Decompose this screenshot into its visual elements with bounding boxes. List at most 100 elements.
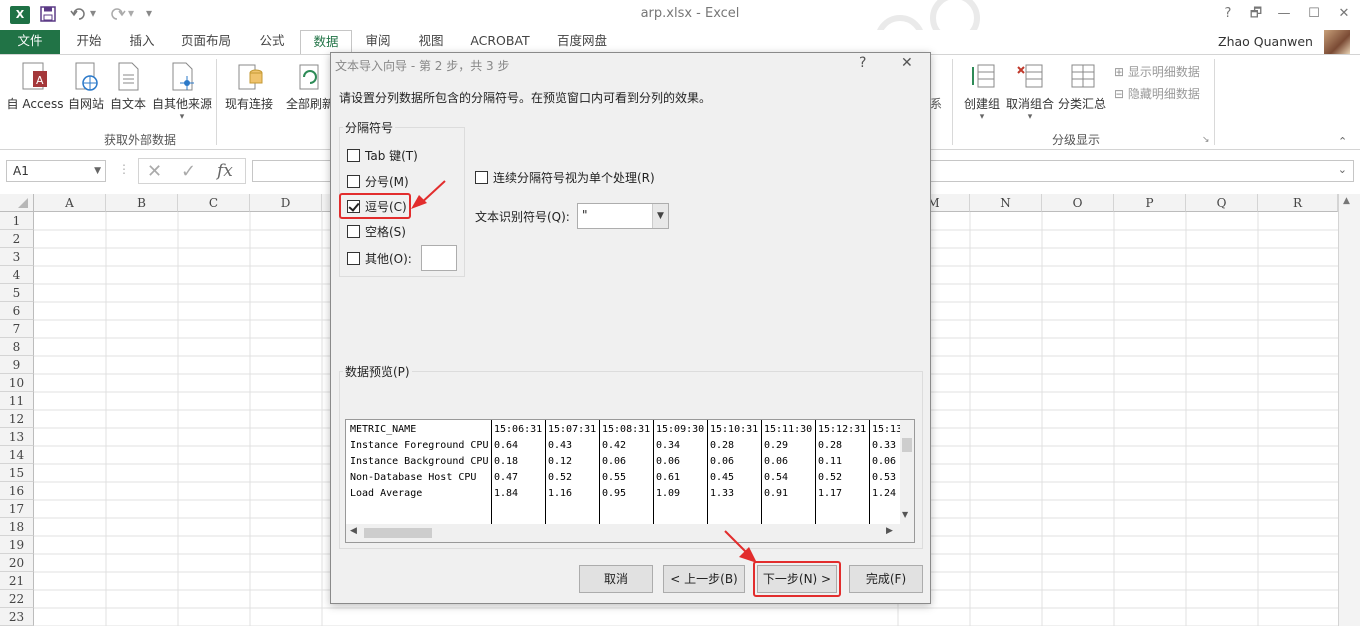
dialog-close-button[interactable]: ✕ <box>901 55 913 71</box>
existing-connections-button[interactable]: 现有连接 <box>222 61 276 112</box>
checkbox-box[interactable] <box>347 252 360 265</box>
tab-acrobat[interactable]: ACROBAT <box>462 30 538 54</box>
scroll-left-icon[interactable]: ◀ <box>350 526 357 536</box>
help-button[interactable]: ? <box>1216 4 1240 24</box>
tab-baidu-netdisk[interactable]: 百度网盘 <box>546 30 618 54</box>
tab-page-layout[interactable]: 页面布局 <box>170 30 242 54</box>
row-header[interactable]: 10 <box>0 374 34 392</box>
column-header[interactable]: O <box>1042 194 1114 212</box>
row-header[interactable]: 9 <box>0 356 34 374</box>
ribbon-display-options-button[interactable]: 🗗 <box>1244 4 1268 24</box>
other-delimiter-checkbox[interactable]: 其他(O): <box>347 250 412 267</box>
row-header[interactable]: 21 <box>0 572 34 590</box>
save-icon[interactable] <box>40 6 58 24</box>
row-header[interactable]: 13 <box>0 428 34 446</box>
row-header[interactable]: 8 <box>0 338 34 356</box>
tab-delimiter-checkbox[interactable]: Tab 键(T) <box>347 147 418 164</box>
consecutive-delimiters-checkbox[interactable]: 连续分隔符号视为单个处理(R) <box>475 169 655 186</box>
column-header[interactable]: P <box>1114 194 1186 212</box>
maximize-button[interactable]: ☐ <box>1302 4 1326 24</box>
vertical-scrollbar[interactable]: ▲ <box>1338 194 1360 626</box>
row-header[interactable]: 7 <box>0 320 34 338</box>
undo-dropdown-icon[interactable]: ▾ <box>90 6 108 24</box>
collapse-ribbon-icon[interactable]: ⌃ <box>1338 135 1347 148</box>
checkbox-box[interactable] <box>347 175 360 188</box>
row-header[interactable]: 16 <box>0 482 34 500</box>
from-web-button[interactable]: 自网站 <box>66 61 106 112</box>
row-header[interactable]: 5 <box>0 284 34 302</box>
checkbox-box[interactable] <box>347 225 360 238</box>
user-name[interactable]: Zhao Quanwen <box>1218 34 1313 49</box>
from-other-sources-button[interactable]: 自其他来源 ▾ <box>150 61 214 122</box>
row-header[interactable]: 18 <box>0 518 34 536</box>
cancel-button[interactable]: 取消 <box>579 565 653 593</box>
tab-home[interactable]: 开始 <box>64 30 114 54</box>
text-qualifier-select[interactable]: " ▼ <box>577 203 669 229</box>
from-access-button[interactable]: A 自 Access <box>4 61 66 112</box>
row-header[interactable]: 15 <box>0 464 34 482</box>
row-header[interactable]: 14 <box>0 446 34 464</box>
space-delimiter-checkbox[interactable]: 空格(S) <box>347 223 406 240</box>
column-header[interactable]: C <box>178 194 250 212</box>
scroll-right-icon[interactable]: ▶ <box>886 526 893 536</box>
scroll-up-icon[interactable]: ▲ <box>1343 196 1350 206</box>
row-header[interactable]: 19 <box>0 536 34 554</box>
column-header[interactable]: B <box>106 194 178 212</box>
group-button[interactable]: 创建组 ▾ <box>960 61 1004 122</box>
preview-vertical-scrollbar[interactable]: ▼ <box>900 420 914 524</box>
row-header[interactable]: 11 <box>0 392 34 410</box>
avatar[interactable] <box>1324 30 1350 54</box>
column-header[interactable]: N <box>970 194 1042 212</box>
checkbox-box[interactable] <box>347 149 360 162</box>
insert-function-icon[interactable]: fx <box>217 161 233 181</box>
expand-formula-bar-icon[interactable]: ⌄ <box>1338 163 1347 176</box>
column-header[interactable]: A <box>34 194 106 212</box>
row-header[interactable]: 12 <box>0 410 34 428</box>
close-button[interactable]: ✕ <box>1332 4 1356 24</box>
tab-view[interactable]: 视图 <box>408 30 454 54</box>
tab-file[interactable]: 文件 <box>0 30 60 54</box>
scroll-down-icon[interactable]: ▼ <box>902 510 908 519</box>
customize-toolbar-icon[interactable]: ▾ <box>146 6 164 24</box>
semicolon-delimiter-checkbox[interactable]: 分号(M) <box>347 173 409 190</box>
hide-detail-button[interactable]: ⊟ 隐藏明细数据 <box>1114 85 1200 102</box>
undo-icon[interactable] <box>70 6 88 24</box>
row-header[interactable]: 22 <box>0 590 34 608</box>
ungroup-button[interactable]: 取消组合 ▾ <box>1004 61 1056 122</box>
row-header[interactable]: 23 <box>0 608 34 626</box>
row-header[interactable]: 6 <box>0 302 34 320</box>
row-header[interactable]: 2 <box>0 230 34 248</box>
tab-insert[interactable]: 插入 <box>118 30 166 54</box>
tab-review[interactable]: 审阅 <box>356 30 400 54</box>
column-header[interactable]: D <box>250 194 322 212</box>
checkbox-box[interactable] <box>475 171 488 184</box>
back-button[interactable]: < 上一步(B) <box>663 565 745 593</box>
row-header[interactable]: 1 <box>0 212 34 230</box>
data-preview-table[interactable]: METRIC_NAME 15:06:31 15:07:31 15:08:31 15:09… <box>345 419 915 543</box>
column-header[interactable]: R <box>1258 194 1338 212</box>
scroll-thumb[interactable] <box>364 528 432 538</box>
from-text-button[interactable]: 自文本 <box>108 61 148 112</box>
dialog-launcher-icon[interactable]: ↘ <box>1202 135 1210 145</box>
row-header[interactable]: 3 <box>0 248 34 266</box>
select-all-corner[interactable] <box>0 194 34 212</box>
redo-dropdown-icon[interactable]: ▾ <box>128 6 146 24</box>
row-header[interactable]: 4 <box>0 266 34 284</box>
row-header[interactable]: 17 <box>0 500 34 518</box>
name-box[interactable]: A1 ▼ <box>6 160 106 182</box>
scroll-thumb[interactable] <box>902 438 912 452</box>
confirm-entry-icon[interactable]: ✓ <box>181 161 196 182</box>
chevron-down-icon[interactable]: ▼ <box>652 204 668 228</box>
subtotal-button[interactable]: 分类汇总 <box>1056 61 1108 112</box>
cancel-entry-icon[interactable]: ✕ <box>147 161 162 182</box>
show-detail-button[interactable]: ⊞ 显示明细数据 <box>1114 63 1200 80</box>
redo-icon[interactable] <box>108 6 126 24</box>
column-header[interactable]: Q <box>1186 194 1258 212</box>
other-delimiter-input[interactable] <box>421 245 457 271</box>
dialog-help-button[interactable]: ? <box>859 55 866 71</box>
minimize-button[interactable]: — <box>1272 4 1296 24</box>
row-header[interactable]: 20 <box>0 554 34 572</box>
finish-button[interactable]: 完成(F) <box>849 565 923 593</box>
tab-formulas[interactable]: 公式 <box>248 30 296 54</box>
preview-horizontal-scrollbar[interactable]: ◀ ▶ <box>346 524 914 542</box>
